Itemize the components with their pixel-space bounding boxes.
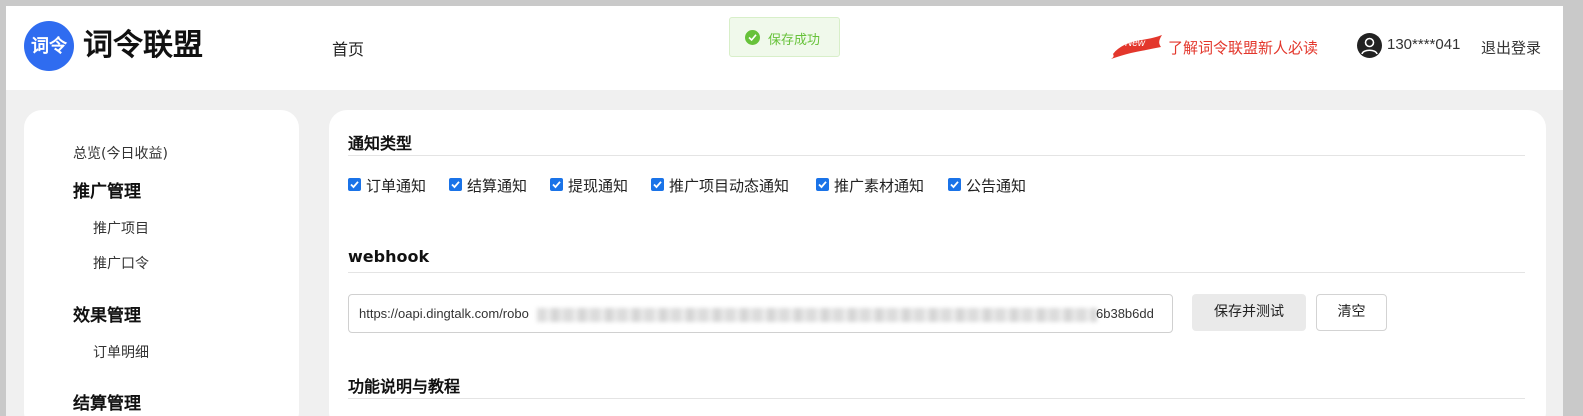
checkbox-checked-icon[interactable] (816, 178, 829, 191)
checkbox-checked-icon[interactable] (948, 178, 961, 191)
new-badge-icon: New (1111, 34, 1163, 60)
logout-link[interactable]: 退出登录 (1481, 37, 1541, 58)
checkbox-label: 结算通知 (467, 177, 528, 195)
sidebar: 总览(今日收益) 推广管理 推广项目 推广口令 效果管理 订单明细 结算管理 (24, 110, 299, 416)
checkbox-checked-icon[interactable] (449, 178, 462, 191)
checkbox-label: 提现通知 (568, 177, 629, 195)
app-frame: 词令 词令联盟 首页 保存成功 New 了解词令联盟新人必读 130****04… (6, 6, 1563, 416)
webhook-value-start: https://oapi.dingtalk.com/robo (359, 306, 529, 321)
redacted-segment (537, 308, 1097, 322)
save-and-test-button[interactable]: 保存并测试 (1192, 294, 1306, 331)
divider (348, 155, 1525, 156)
checkbox-checked-icon[interactable] (651, 178, 664, 191)
logo-text[interactable]: 词令联盟 (83, 26, 203, 66)
webhook-value-end: 6b38b6dd (1096, 306, 1154, 321)
main-panel: 通知类型 订单通知 结算通知 提现通知 推广项目动态通知 推广素材通知 公告通知… (329, 110, 1546, 416)
sidebar-item-promotion-codes[interactable]: 推广口令 (93, 253, 149, 273)
notify-types-title: 通知类型 (348, 134, 413, 153)
sidebar-item-order-details[interactable]: 订单明细 (93, 342, 149, 362)
newcomer-guide-link[interactable]: 了解词令联盟新人必读 (1168, 37, 1318, 58)
toast-message: 保存成功 (768, 33, 821, 48)
success-toast: 保存成功 (729, 17, 840, 57)
sidebar-group-settlement: 结算管理 (73, 394, 141, 414)
sidebar-group-performance: 效果管理 (73, 306, 141, 326)
checkbox-label: 公告通知 (966, 177, 1027, 195)
divider (348, 398, 1525, 399)
check-circle-icon (745, 30, 760, 45)
webhook-title: webhook (348, 247, 430, 266)
tutorial-title: 功能说明与教程 (348, 377, 461, 396)
clear-button[interactable]: 清空 (1316, 294, 1387, 331)
sidebar-item-overview[interactable]: 总览(今日收益) (73, 143, 168, 163)
user-phone: 130****041 (1387, 36, 1461, 53)
checkbox-label: 推广项目动态通知 (669, 177, 790, 195)
user-avatar-icon[interactable] (1357, 33, 1382, 58)
webhook-url-input[interactable]: https://oapi.dingtalk.com/robo 6b38b6dd (348, 294, 1173, 333)
checkbox-checked-icon[interactable] (550, 178, 563, 191)
checkbox-label: 推广素材通知 (834, 177, 925, 195)
logo-icon[interactable]: 词令 (24, 21, 74, 71)
nav-home-link[interactable]: 首页 (332, 36, 364, 60)
checkbox-checked-icon[interactable] (348, 178, 361, 191)
sidebar-item-promotion-projects[interactable]: 推广项目 (93, 218, 149, 238)
new-badge-label: New (1125, 38, 1146, 49)
top-header: 词令 词令联盟 首页 保存成功 New 了解词令联盟新人必读 130****04… (6, 6, 1563, 90)
divider (348, 272, 1525, 273)
checkbox-label: 订单通知 (366, 177, 427, 195)
sidebar-group-promotion: 推广管理 (73, 182, 141, 202)
